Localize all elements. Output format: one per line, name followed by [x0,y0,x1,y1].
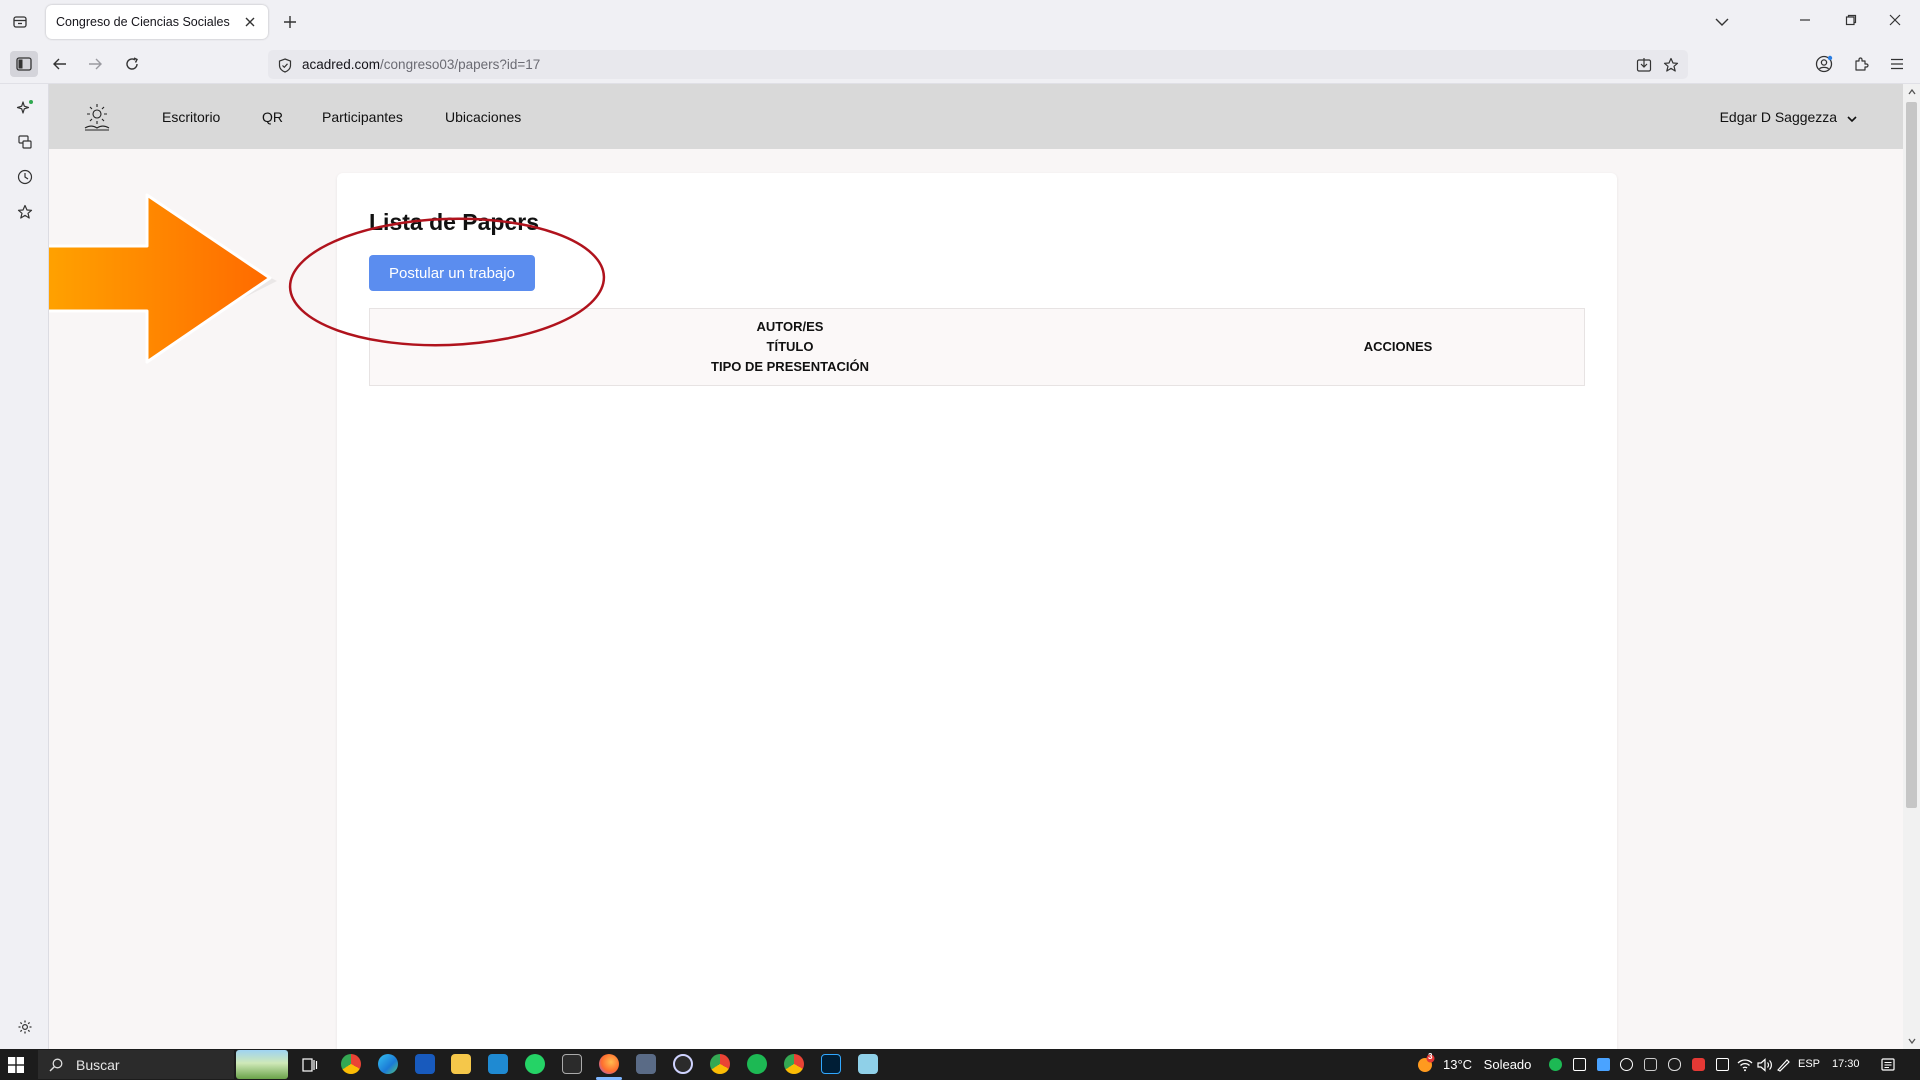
nav-link-participantes[interactable]: Participantes [322,109,403,125]
user-menu[interactable]: Edgar D Saggezza [1720,109,1857,126]
meet-tray-icon[interactable] [1692,1058,1705,1071]
header-title: TÍTULO [766,339,814,354]
tab-title: Congreso de Ciencias Sociales [56,15,230,29]
back-icon[interactable] [50,54,70,74]
word-icon[interactable] [415,1054,435,1074]
apply-paper-button[interactable]: Postular un trabajo [369,255,535,291]
sidebar-settings-icon[interactable] [14,1016,36,1038]
chrome-profile-icon[interactable] [710,1054,730,1074]
bookmark-star-icon[interactable] [1662,56,1680,74]
download-page-icon[interactable] [1635,56,1653,74]
browser-tab-active[interactable]: Congreso de Ciencias Sociales [46,5,268,39]
defender-tray-icon[interactable] [1620,1058,1633,1071]
weather-text: Soleado [1483,1057,1532,1072]
url-path: /congreso03/papers?id=17 [380,57,541,72]
page-scrollbar[interactable] [1903,84,1920,1049]
header-presentation-type: TIPO DE PRESENTACIÓN [711,359,869,374]
ai-chatbot-icon[interactable] [14,97,36,119]
vscode-icon[interactable] [488,1054,508,1074]
site-security-icon[interactable] [277,57,293,73]
tab-list-icon[interactable] [10,12,30,32]
weather-icon[interactable]: 3 [1414,1052,1436,1075]
browser-tab-bar: Congreso de Ciencias Sociales [0,0,1920,44]
notifications-icon[interactable] [1878,1055,1898,1075]
site-navbar: Escritorio QR Participantes Ubicaciones … [49,84,1903,149]
edge-icon[interactable] [378,1054,398,1074]
page-title: Lista de Papers [369,209,540,235]
nav-link-escritorio[interactable]: Escritorio [162,109,220,125]
language-indicator[interactable]: ESP [1798,1058,1820,1070]
header-actions: ACCIONES [1363,339,1433,354]
sidebar-toggle-icon[interactable] [10,51,38,77]
minimize-icon[interactable] [1795,10,1815,30]
table-header-details: AUTOR/ES TÍTULO TIPO DE PRESENTACIÓN [370,317,1210,377]
user-name: Edgar D Saggezza [1719,109,1838,125]
whatsapp-icon[interactable] [525,1054,545,1074]
page-viewport: Escritorio QR Participantes Ubicaciones … [49,84,1903,1049]
windows-start-icon[interactable] [6,1055,26,1075]
weather-badge: 3 [1428,1052,1433,1061]
list-all-tabs-icon[interactable] [1712,12,1732,32]
clock[interactable]: 17:30 [1832,1058,1860,1070]
url-host: acadred.com [302,57,381,72]
extensions-icon[interactable] [1850,53,1872,75]
url-text[interactable]: acadred.com/congreso03/papers?id=17 [302,57,540,72]
photo-app-icon[interactable] [636,1054,656,1074]
close-window-icon[interactable] [1885,10,1905,30]
nav-link-ubicaciones[interactable]: Ubicaciones [445,109,521,125]
scroll-down-icon[interactable] [1906,1035,1917,1047]
weather-widget[interactable]: 13°C Soleado [1443,1057,1531,1072]
photoshop-icon[interactable] [821,1054,841,1074]
browser-sidebar [0,84,49,1049]
pen-icon[interactable] [1774,1056,1792,1074]
calculator-tray-icon[interactable] [1573,1058,1586,1071]
app-tray-icon[interactable] [1597,1058,1610,1071]
scroll-up-icon[interactable] [1906,86,1917,98]
papers-card: Lista de Papers Postular un trabajo AUTO… [337,173,1617,1049]
annotation-arrow-shadow [49,222,277,340]
nav-link-qr[interactable]: QR [262,109,283,125]
papers-table: AUTOR/ES TÍTULO TIPO DE PRESENTACIÓN ACC… [369,308,1585,386]
notes-app-icon[interactable] [858,1054,878,1074]
search-label: Buscar [76,1057,120,1073]
browser-nav-bar: acadred.com/congreso03/papers?id=17 [0,44,1920,84]
volume-icon[interactable] [1756,1056,1774,1074]
discord-icon[interactable] [673,1054,693,1074]
history-icon[interactable] [14,166,36,188]
cloud-tray-icon[interactable] [1668,1058,1681,1071]
forward-icon[interactable] [85,54,105,74]
wifi-icon[interactable] [1736,1056,1754,1074]
synced-tabs-icon[interactable] [14,131,36,153]
app-menu-icon[interactable] [1886,53,1908,75]
restore-icon[interactable] [1841,10,1861,30]
bookmarks-icon[interactable] [14,201,36,223]
taskbar-search[interactable]: Buscar [38,1050,288,1079]
header-authors: AUTOR/ES [756,319,824,334]
new-tab-icon[interactable] [280,12,300,32]
close-tab-icon[interactable] [242,14,258,30]
chrome-icon[interactable] [341,1054,361,1074]
windows-taskbar: Buscar 3 13°C Soleado ESP 17:30 [0,1049,1920,1080]
reload-icon[interactable] [122,54,142,74]
firefox-icon[interactable] [599,1054,619,1074]
search-highlight-image [236,1050,288,1079]
annotation-arrow [49,193,272,364]
weather-temp: 13°C [1443,1057,1473,1072]
account-icon[interactable] [1813,53,1835,75]
task-view-icon[interactable] [300,1055,320,1075]
camera-tray-icon[interactable] [1716,1058,1729,1071]
chrome-profile-2-icon[interactable] [784,1054,804,1074]
search-icon [48,1057,64,1073]
stats-app-icon[interactable] [562,1054,582,1074]
spotify-tray-icon[interactable] [1549,1058,1562,1071]
site-logo[interactable] [79,99,115,135]
address-bar[interactable]: acadred.com/congreso03/papers?id=17 [268,50,1688,79]
chevron-down-icon [1847,110,1857,126]
sync-tray-icon[interactable] [1644,1058,1657,1071]
file-explorer-icon[interactable] [451,1054,471,1074]
scroll-thumb[interactable] [1906,102,1917,808]
spotify-icon[interactable] [747,1054,767,1074]
